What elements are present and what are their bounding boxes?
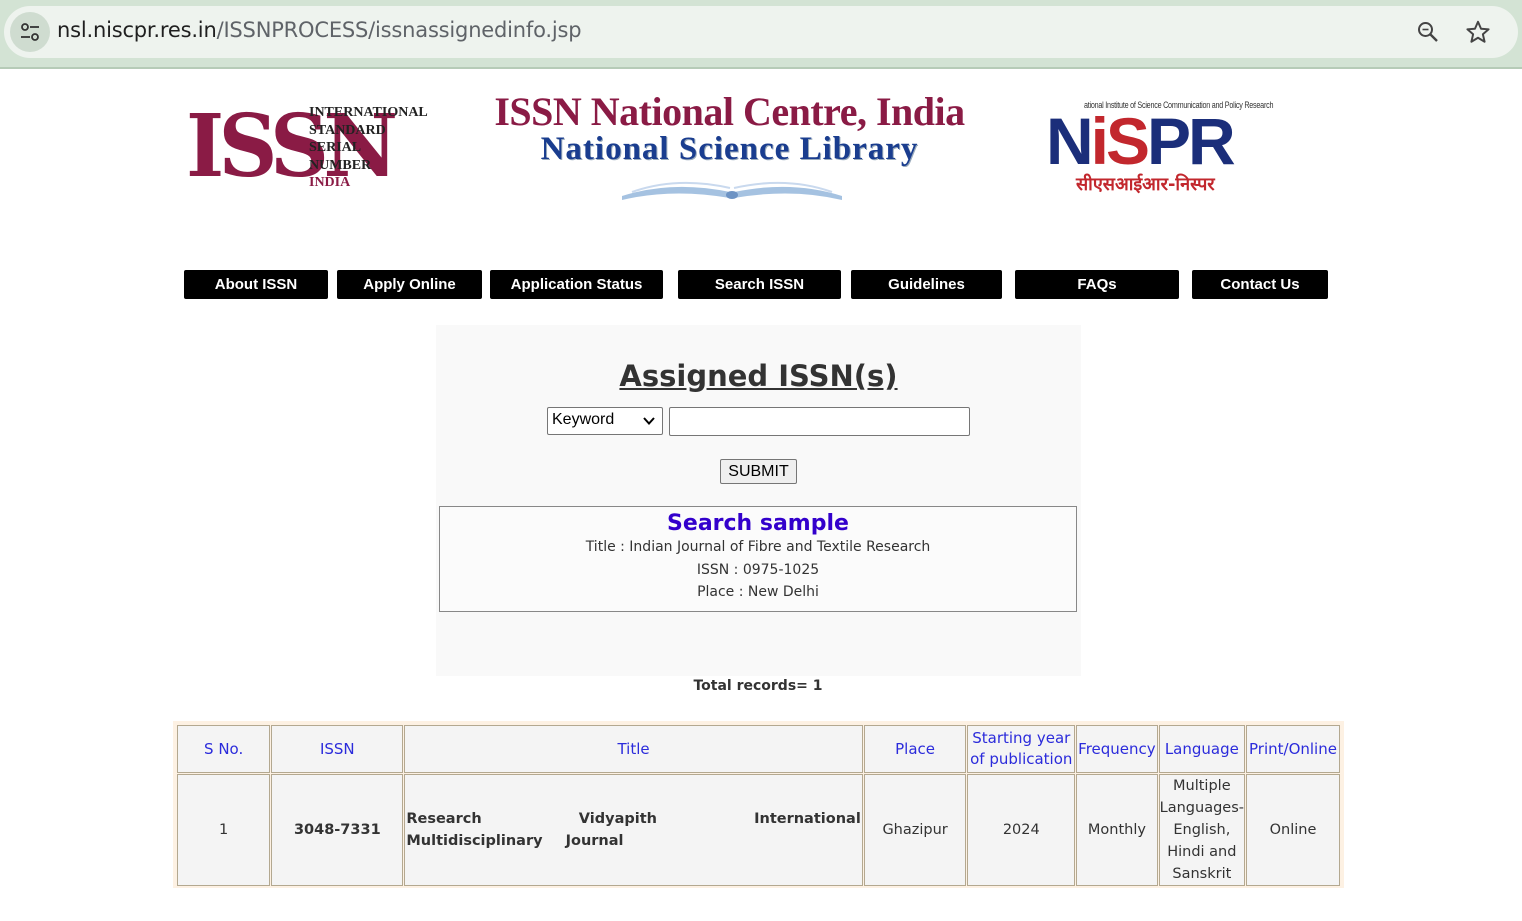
search-sample-box: Search sample Title : Indian Journal of … [439,506,1077,612]
nav-apply-online[interactable]: Apply Online [337,270,482,299]
sample-title-line: Title : Indian Journal of Fibre and Text… [585,539,931,555]
niscpr-logo[interactable]: ational Institute of Science Communicati… [1046,100,1286,196]
cell-place: Ghazipur [863,774,967,886]
site-banner: ISSN National Centre, India National Sci… [452,88,1007,203]
search-type-value: Keyword [552,411,615,428]
total-records: Total records= 1 [693,678,823,694]
issn-word-international: INTERNATIONAL [309,105,428,120]
niscpr-logo-is: iS [1090,104,1150,178]
nav-search-issn[interactable]: Search ISSN [678,270,841,299]
page-title: Assigned ISSN(s) [619,359,898,393]
bookmark-star-icon[interactable] [1464,18,1492,46]
open-book-icon [622,181,842,200]
address-bar[interactable]: nsl.niscpr.res.in/ISSNPROCESS/issnassign… [4,6,1518,58]
url-path: /ISSNPROCESS/issnassignedinfo.jsp [216,18,582,42]
niscpr-logo-hindi: सीएसआईआर-निस्पर [1076,174,1215,195]
nav-application-status[interactable]: Application Status [490,270,663,299]
cell-frequency: Monthly [1076,774,1158,886]
search-panel: Assigned ISSN(s) Keyword SUBMIT Search s… [436,325,1081,676]
col-header-language[interactable]: Language [1158,725,1245,773]
sample-place-line: Place : New Delhi [697,584,819,600]
cell-year: 2024 [967,774,1076,886]
site-info-icon[interactable] [10,12,50,52]
chevron-down-icon [643,417,655,425]
table-row: 1 3048-7331 Research Vidyapith Internati… [177,774,1340,886]
submit-button[interactable]: SUBMIT [720,459,797,484]
search-type-select[interactable]: Keyword [547,407,663,435]
cell-language: Multiple Languages- English, Hindi and S… [1158,774,1245,886]
results-table: S No. ISSN Title Place Starting year of … [173,721,1344,888]
issn-word-number: NUMBER [309,157,372,173]
col-header-place[interactable]: Place [863,725,967,773]
search-sample-title: Search sample [667,511,849,536]
browser-toolbar: nsl.niscpr.res.in/ISSNPROCESS/issnassign… [0,0,1522,69]
cell-print-online: Online [1246,774,1340,886]
cell-title: Research Vidyapith International Multidi… [404,774,863,886]
url-domain: nsl.niscpr.res.in [57,18,217,42]
issn-word-india: INDIA [309,175,351,190]
nav-faqs[interactable]: FAQs [1015,270,1179,299]
issn-word-standard: STANDARD [309,122,386,138]
niscpr-logo-mark: NiSPR [1046,108,1236,174]
nav-guidelines[interactable]: Guidelines [851,270,1002,299]
cell-issn: 3048-7331 [271,774,404,886]
zoom-icon[interactable] [1414,18,1442,46]
col-header-title[interactable]: Title [404,725,863,773]
col-header-starting-year[interactable]: Starting year of publication [967,725,1076,773]
nav-contact-us[interactable]: Contact Us [1192,270,1328,299]
niscpr-logo-n: N [1046,104,1094,178]
col-header-issn[interactable]: ISSN [271,725,404,773]
col-header-print-online[interactable]: Print/Online [1246,725,1340,773]
issn-india-logo[interactable]: ISSN INTERNATIONAL STANDARD SERIAL NUMBE… [186,100,428,192]
url-text[interactable]: nsl.niscpr.res.in/ISSNPROCESS/issnassign… [57,18,582,42]
nav-about-issn[interactable]: About ISSN [184,270,328,299]
toolbar-divider [0,67,1522,69]
issn-logo-words: INTERNATIONAL STANDARD SERIAL NUMBER IND… [309,104,428,192]
sample-issn-line: ISSN : 0975-1025 [696,561,820,578]
search-input[interactable] [669,407,970,436]
table-header-row: S No. ISSN Title Place Starting year of … [177,725,1340,773]
issn-word-serial: SERIAL [309,140,362,155]
niscpr-logo-pr: PR [1147,104,1236,178]
site-title: ISSN National Centre, India [494,89,965,134]
col-header-frequency[interactable]: Frequency [1076,725,1158,773]
col-header-sno[interactable]: S No. [177,725,271,773]
cell-sno: 1 [177,774,271,886]
